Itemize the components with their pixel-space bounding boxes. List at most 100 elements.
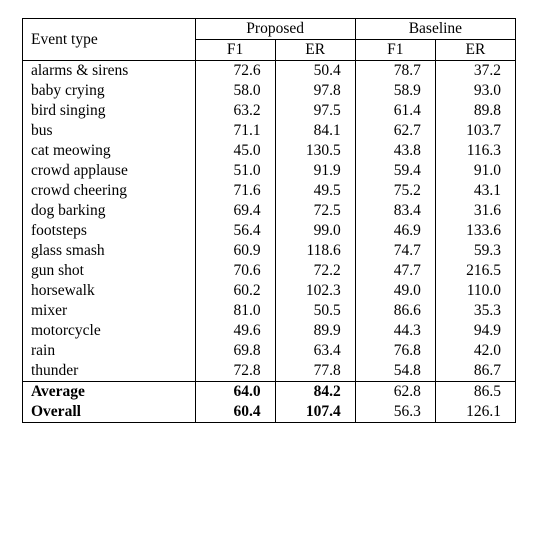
- cell-baseline-f1: 47.7: [355, 261, 435, 281]
- cell-baseline-er: 42.0: [435, 341, 515, 361]
- table-row: crowd cheering71.649.575.243.1: [23, 181, 516, 201]
- col-event-type: Event type: [23, 19, 196, 61]
- cell-baseline-f1: 49.0: [355, 281, 435, 301]
- cell-proposed-er: 91.9: [275, 161, 355, 181]
- cell-summary-baseline-f1: 56.3: [355, 402, 435, 423]
- cell-event-type: bus: [23, 121, 196, 141]
- cell-baseline-er: 89.8: [435, 101, 515, 121]
- cell-proposed-f1: 81.0: [195, 301, 275, 321]
- cell-summary-baseline-er: 86.5: [435, 382, 515, 403]
- cell-baseline-f1: 61.4: [355, 101, 435, 121]
- cell-baseline-f1: 54.8: [355, 361, 435, 382]
- cell-baseline-er: 31.6: [435, 201, 515, 221]
- cell-proposed-f1: 72.8: [195, 361, 275, 382]
- cell-proposed-f1: 70.6: [195, 261, 275, 281]
- table-row: mixer81.050.586.635.3: [23, 301, 516, 321]
- cell-baseline-f1: 46.9: [355, 221, 435, 241]
- table-row: rain69.863.476.842.0: [23, 341, 516, 361]
- cell-event-type: alarms & sirens: [23, 61, 196, 82]
- cell-event-type: horsewalk: [23, 281, 196, 301]
- cell-proposed-f1: 60.2: [195, 281, 275, 301]
- cell-proposed-er: 63.4: [275, 341, 355, 361]
- cell-baseline-er: 110.0: [435, 281, 515, 301]
- table-row: motorcycle49.689.944.394.9: [23, 321, 516, 341]
- table-summary-row: Average64.084.262.886.5: [23, 382, 516, 403]
- cell-event-type: thunder: [23, 361, 196, 382]
- table-row: dog barking69.472.583.431.6: [23, 201, 516, 221]
- cell-event-type: mixer: [23, 301, 196, 321]
- cell-event-type: dog barking: [23, 201, 196, 221]
- table-row: horsewalk60.2102.349.0110.0: [23, 281, 516, 301]
- cell-event-type: rain: [23, 341, 196, 361]
- cell-summary-proposed-er: 107.4: [275, 402, 355, 423]
- table-row: gun shot70.672.247.7216.5: [23, 261, 516, 281]
- cell-proposed-er: 77.8: [275, 361, 355, 382]
- cell-baseline-er: 37.2: [435, 61, 515, 82]
- cell-baseline-f1: 44.3: [355, 321, 435, 341]
- cell-baseline-er: 59.3: [435, 241, 515, 261]
- cell-baseline-er: 103.7: [435, 121, 515, 141]
- cell-proposed-f1: 58.0: [195, 81, 275, 101]
- cell-proposed-f1: 72.6: [195, 61, 275, 82]
- cell-baseline-f1: 58.9: [355, 81, 435, 101]
- cell-event-type: baby crying: [23, 81, 196, 101]
- cell-proposed-er: 118.6: [275, 241, 355, 261]
- cell-proposed-er: 84.1: [275, 121, 355, 141]
- cell-summary-proposed-er: 84.2: [275, 382, 355, 403]
- cell-baseline-er: 91.0: [435, 161, 515, 181]
- col-baseline: Baseline: [355, 19, 515, 40]
- col-baseline-f1: F1: [355, 40, 435, 61]
- cell-summary-proposed-f1: 60.4: [195, 402, 275, 423]
- cell-baseline-er: 94.9: [435, 321, 515, 341]
- cell-proposed-f1: 56.4: [195, 221, 275, 241]
- table-summary-row: Overall60.4107.456.3126.1: [23, 402, 516, 423]
- cell-baseline-er: 93.0: [435, 81, 515, 101]
- cell-baseline-f1: 43.8: [355, 141, 435, 161]
- col-proposed-f1: F1: [195, 40, 275, 61]
- table-row: footsteps56.499.046.9133.6: [23, 221, 516, 241]
- cell-proposed-f1: 45.0: [195, 141, 275, 161]
- cell-summary-label: Average: [23, 382, 196, 403]
- table-row: baby crying58.097.858.993.0: [23, 81, 516, 101]
- table-row: cat meowing45.0130.543.8116.3: [23, 141, 516, 161]
- cell-baseline-f1: 76.8: [355, 341, 435, 361]
- cell-proposed-er: 49.5: [275, 181, 355, 201]
- cell-baseline-f1: 75.2: [355, 181, 435, 201]
- table-row: alarms & sirens72.650.478.737.2: [23, 61, 516, 82]
- cell-event-type: gun shot: [23, 261, 196, 281]
- cell-proposed-er: 102.3: [275, 281, 355, 301]
- col-proposed: Proposed: [195, 19, 355, 40]
- cell-baseline-er: 86.7: [435, 361, 515, 382]
- cell-event-type: crowd cheering: [23, 181, 196, 201]
- cell-baseline-f1: 86.6: [355, 301, 435, 321]
- cell-proposed-f1: 69.8: [195, 341, 275, 361]
- table-body: alarms & sirens72.650.478.737.2baby cryi…: [23, 61, 516, 423]
- cell-proposed-f1: 71.6: [195, 181, 275, 201]
- cell-baseline-er: 35.3: [435, 301, 515, 321]
- table-row: thunder72.877.854.886.7: [23, 361, 516, 382]
- cell-proposed-er: 89.9: [275, 321, 355, 341]
- cell-event-type: crowd applause: [23, 161, 196, 181]
- cell-summary-baseline-f1: 62.8: [355, 382, 435, 403]
- cell-proposed-f1: 51.0: [195, 161, 275, 181]
- cell-baseline-f1: 59.4: [355, 161, 435, 181]
- cell-proposed-er: 72.2: [275, 261, 355, 281]
- table-row: crowd applause51.091.959.491.0: [23, 161, 516, 181]
- results-table: Event type Proposed Baseline F1 ER F1 ER…: [22, 18, 516, 423]
- cell-event-type: motorcycle: [23, 321, 196, 341]
- cell-event-type: bird singing: [23, 101, 196, 121]
- cell-proposed-er: 130.5: [275, 141, 355, 161]
- cell-baseline-f1: 83.4: [355, 201, 435, 221]
- cell-summary-proposed-f1: 64.0: [195, 382, 275, 403]
- cell-summary-baseline-er: 126.1: [435, 402, 515, 423]
- cell-proposed-f1: 63.2: [195, 101, 275, 121]
- cell-proposed-f1: 60.9: [195, 241, 275, 261]
- cell-proposed-f1: 69.4: [195, 201, 275, 221]
- cell-baseline-er: 43.1: [435, 181, 515, 201]
- table-header: Event type Proposed Baseline F1 ER F1 ER: [23, 19, 516, 61]
- cell-proposed-er: 50.4: [275, 61, 355, 82]
- cell-baseline-f1: 78.7: [355, 61, 435, 82]
- cell-proposed-er: 97.5: [275, 101, 355, 121]
- cell-baseline-er: 216.5: [435, 261, 515, 281]
- table-row: glass smash60.9118.674.759.3: [23, 241, 516, 261]
